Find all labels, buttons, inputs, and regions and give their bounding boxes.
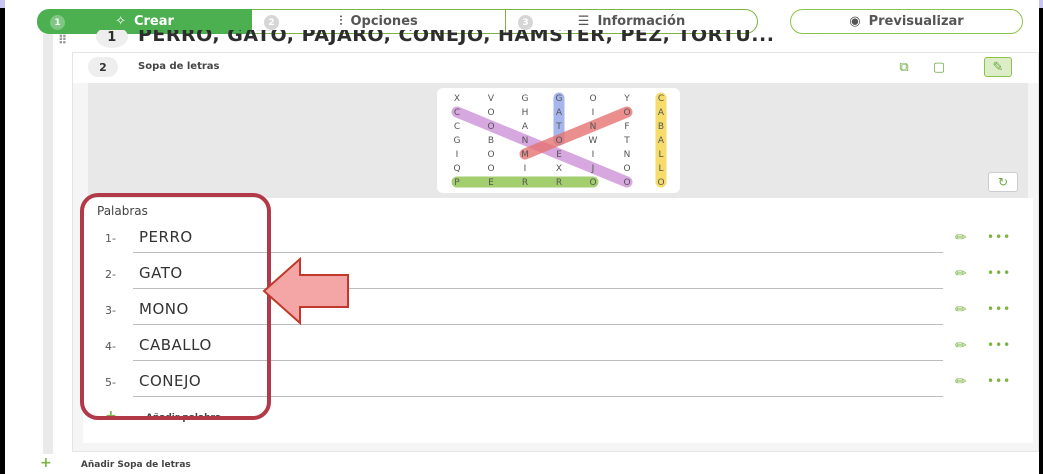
add-sopa-button[interactable]: + Añadir Sopa de letras: [40, 455, 191, 471]
add-sopa-label: Añadir Sopa de letras: [80, 460, 191, 470]
grid-letter: I: [456, 150, 459, 160]
grid-letter: C: [658, 94, 664, 104]
grid-letter: O: [589, 94, 596, 104]
grid-letter: X: [556, 164, 562, 174]
grid-letter: N: [590, 122, 597, 132]
grid-letter: A: [522, 122, 529, 132]
tab-number: 3: [518, 15, 533, 30]
edit-button[interactable]: ✎: [984, 57, 1012, 77]
pencil-icon[interactable]: ✏: [955, 374, 967, 390]
drag-handle-icon[interactable]: ⠿: [58, 33, 68, 47]
item-title: PERRO, GATO, PÁJARO, CONEJO, HÁMSTER, PE…: [138, 30, 775, 46]
grid-letter: O: [657, 178, 664, 188]
grid-letter: C: [454, 122, 460, 132]
more-options-icon[interactable]: •••: [987, 302, 1011, 316]
pencil-icon[interactable]: ✏: [955, 338, 967, 354]
grid-letter: N: [624, 150, 631, 160]
duplicate-icon[interactable]: ⧉: [890, 57, 918, 77]
magic-wand-icon: ✧: [115, 14, 126, 29]
card-header: 2 Sopa de letras ⧉ ▢ ✎: [73, 53, 1038, 83]
annotation-arrow-icon: [262, 257, 349, 325]
wordsearch-svg: X V G G O Y CC O H A I O AC O A T N F BG B N O W T AI O M E I N LQ O I X J…: [451, 92, 667, 188]
grid-letter: I: [524, 164, 527, 174]
tab-label: Crear: [133, 14, 174, 29]
grid-letter: N: [522, 136, 529, 146]
grid-letter: M: [521, 150, 529, 160]
grid-letter: B: [488, 136, 494, 146]
grid-letter: R: [556, 178, 562, 188]
activity-item-1[interactable]: ⠿ 1 PERRO, GATO, PÁJARO, CONEJO, HÁMSTER…: [58, 30, 1030, 52]
wordsearch-preview: XVGGOYCCOHAIOACOATNFBGBNOWTAIOMEINLQOIXJ…: [88, 83, 1028, 198]
grid-letter: R: [522, 178, 528, 188]
grid-letter: T: [555, 122, 562, 132]
grid-letter: A: [658, 136, 665, 146]
grid-letter: E: [556, 150, 562, 160]
tab-number: 1: [50, 15, 65, 30]
pencil-icon[interactable]: ✏: [955, 302, 967, 318]
grid-letter: O: [487, 164, 494, 174]
grid-letter: O: [487, 150, 494, 160]
grid-letter: J: [591, 164, 595, 174]
grid-letter: O: [589, 178, 596, 188]
grid-letter: E: [488, 178, 494, 188]
tab-number: 2: [264, 15, 279, 30]
more-options-icon[interactable]: •••: [987, 338, 1011, 352]
grid-letter: L: [658, 164, 663, 174]
item-number-badge: 2: [88, 57, 118, 77]
grid-letter: G: [556, 94, 563, 104]
grid-letter: O: [623, 164, 630, 174]
annotation-highlight-box: [80, 193, 271, 420]
grid-letter: B: [658, 122, 664, 132]
eye-icon: ◉: [849, 14, 861, 29]
list-icon: ☰: [577, 14, 590, 29]
grid-letter: O: [623, 108, 630, 118]
wordsearch-grid: XVGGOYCCOHAIOACOATNFBGBNOWTAIOMEINLQOIXJ…: [437, 88, 680, 193]
tab-label: Información: [597, 14, 686, 29]
grid-letter: A: [658, 108, 665, 118]
grid-letter: F: [624, 122, 629, 132]
grid-letter: P: [454, 178, 460, 188]
item-number-badge: 1: [96, 30, 128, 48]
grid-letter: V: [488, 94, 495, 104]
left-rail: [43, 34, 53, 454]
grid-letter: G: [522, 94, 529, 104]
sliders-icon: ⫶: [339, 14, 343, 29]
pencil-icon[interactable]: ✏: [955, 266, 967, 282]
plus-icon: +: [40, 455, 52, 471]
more-options-icon[interactable]: •••: [987, 230, 1011, 244]
grid-letter: X: [454, 94, 460, 104]
word-highlight-mono: [519, 106, 633, 160]
grid-letter: O: [487, 122, 494, 132]
grid-letter: H: [522, 108, 529, 118]
grid-letter: A: [556, 108, 563, 118]
grid-letter: L: [658, 150, 663, 160]
more-options-icon[interactable]: •••: [987, 266, 1011, 280]
grid-letter: W: [589, 136, 598, 146]
grid-letter: O: [487, 108, 494, 118]
grid-letter: I: [592, 150, 595, 160]
grid-letter: O: [623, 178, 630, 188]
refresh-icon[interactable]: ↻: [988, 172, 1018, 192]
tab-label: Opciones: [350, 14, 418, 29]
grid-letter: T: [623, 136, 630, 146]
more-options-icon[interactable]: •••: [987, 374, 1011, 388]
grid-letter: Q: [453, 164, 460, 174]
delete-icon[interactable]: ▢: [925, 57, 953, 77]
pencil-icon[interactable]: ✏: [955, 230, 967, 246]
grid-letter: G: [454, 136, 461, 146]
grid-letter: C: [454, 108, 460, 118]
grid-letter: O: [555, 136, 562, 146]
grid-letter: Y: [623, 94, 630, 104]
grid-letter: I: [592, 108, 595, 118]
tab-label: Previsualizar: [868, 14, 964, 29]
item-title: Sopa de letras: [138, 61, 220, 72]
